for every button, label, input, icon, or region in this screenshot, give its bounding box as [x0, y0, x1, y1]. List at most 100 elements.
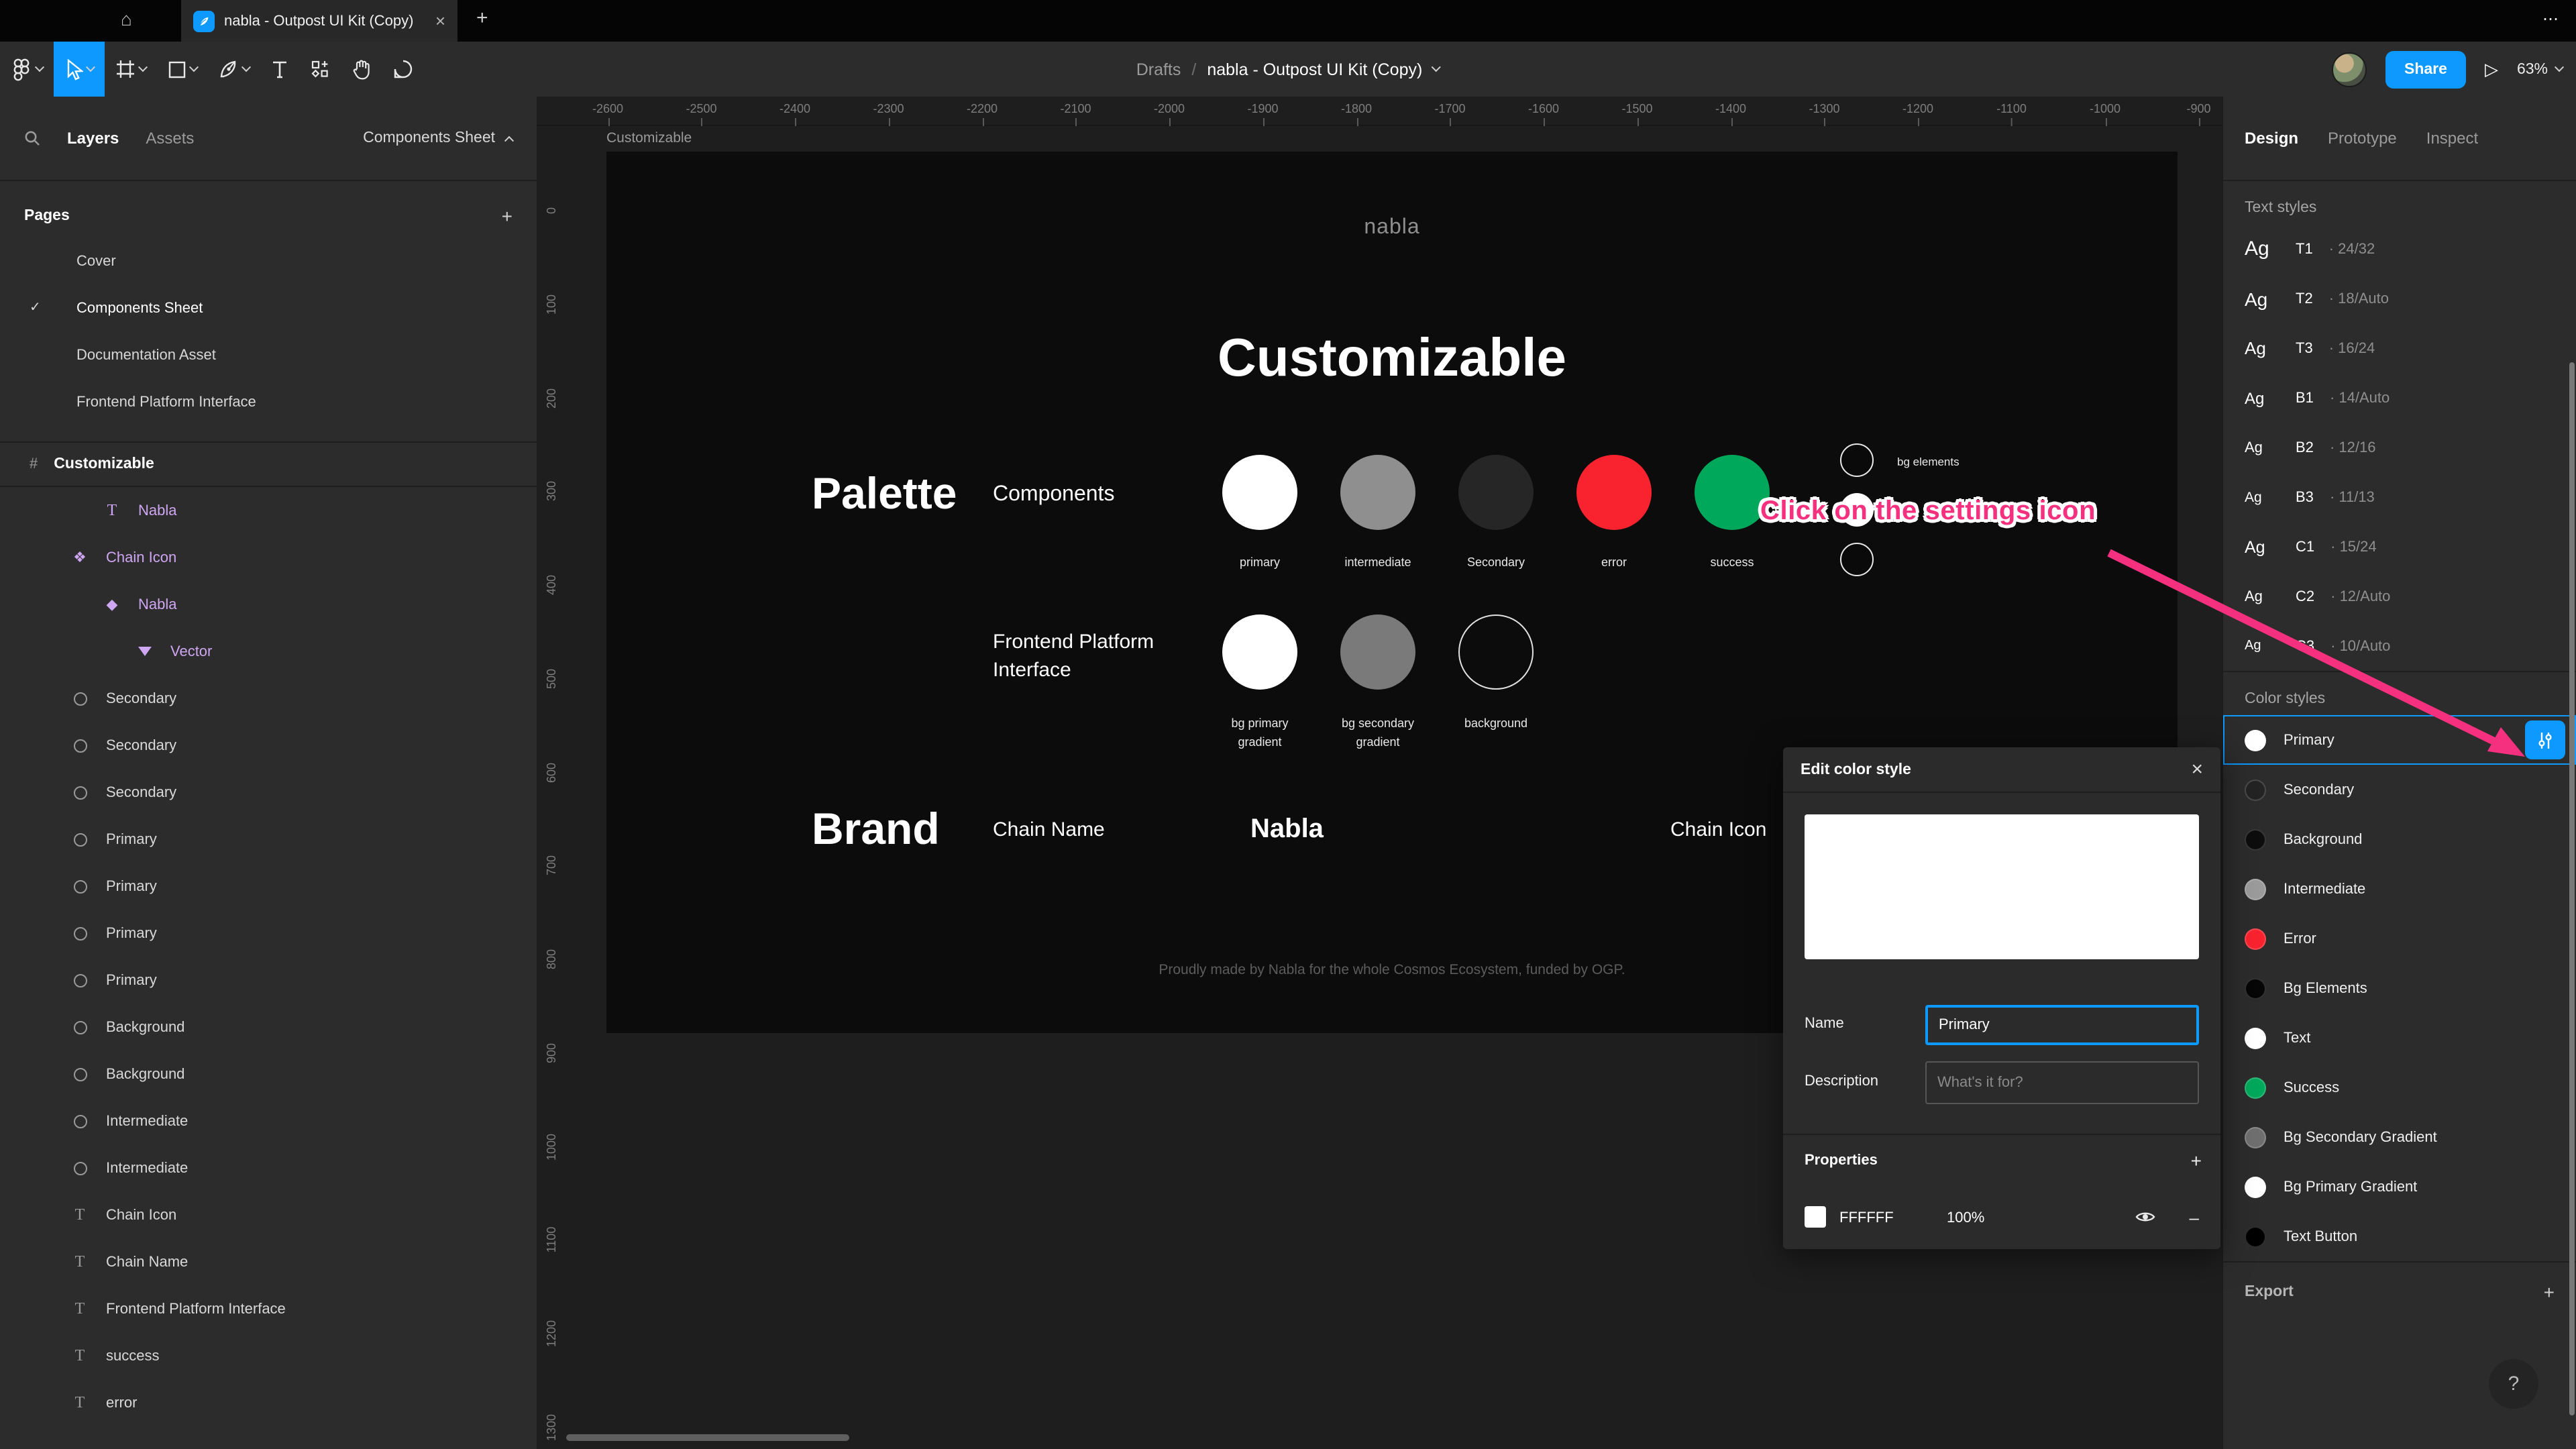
layer-row[interactable]: Primary — [0, 816, 537, 863]
components-tool[interactable] — [299, 42, 341, 97]
description-input[interactable] — [1925, 1061, 2199, 1104]
hand-tool[interactable] — [341, 42, 382, 97]
color-style-row[interactable]: Intermediate — [2223, 864, 2576, 914]
text-tool[interactable] — [260, 42, 299, 97]
layer-row[interactable]: T Nabla — [0, 487, 537, 534]
tab-design[interactable]: Design — [2245, 129, 2298, 148]
add-export-icon[interactable]: + — [2544, 1281, 2555, 1303]
layer-row[interactable]: ❖ Chain Icon — [0, 534, 537, 581]
palette-swatch[interactable] — [1695, 455, 1770, 530]
close-tab-icon[interactable]: × — [435, 11, 445, 31]
avatar[interactable] — [2332, 52, 2367, 87]
layer-row[interactable]: Primary — [0, 863, 537, 910]
tab-assets[interactable]: Assets — [146, 129, 194, 148]
layer-row[interactable]: Primary — [0, 910, 537, 957]
property-hex[interactable]: FFFFFF — [1839, 1210, 1894, 1226]
text-style-row[interactable]: Ag T3 · 16/24 — [2223, 323, 2576, 373]
panel-scrollbar[interactable] — [2569, 362, 2575, 1415]
color-style-row[interactable]: Bg Elements — [2223, 963, 2576, 1013]
shape-tool[interactable] — [157, 42, 208, 97]
property-color-swatch[interactable] — [1805, 1206, 1826, 1228]
color-style-row[interactable]: Success — [2223, 1063, 2576, 1112]
search-icon[interactable] — [24, 130, 40, 146]
layer-row[interactable]: Secondary — [0, 722, 537, 769]
page-row[interactable]: Cover — [0, 237, 537, 284]
breadcrumb[interactable]: Drafts / nabla - Outpost UI Kit (Copy) — [1136, 60, 1442, 78]
page-row[interactable]: Documentation Asset — [0, 331, 537, 378]
file-title[interactable]: nabla - Outpost UI Kit (Copy) — [1207, 60, 1422, 78]
add-page-icon[interactable]: + — [502, 205, 513, 227]
layer-row[interactable]: Vector — [0, 628, 537, 675]
figma-menu[interactable] — [0, 42, 54, 97]
zoom-control[interactable]: 63% — [2517, 61, 2565, 77]
help-button[interactable]: ? — [2489, 1359, 2538, 1409]
palette-swatch[interactable] — [1576, 455, 1652, 530]
frame-tool[interactable] — [105, 42, 157, 97]
new-tab-icon[interactable]: + — [476, 7, 488, 30]
file-tab[interactable]: nabla - Outpost UI Kit (Copy) × — [181, 0, 458, 42]
color-style-row[interactable]: Secondary — [2223, 765, 2576, 814]
close-icon[interactable]: × — [2191, 758, 2203, 781]
layer-row[interactable]: ◆ Nabla — [0, 581, 537, 628]
color-style-row[interactable]: Error — [2223, 914, 2576, 963]
layer-row[interactable]: Background — [0, 1051, 537, 1097]
fpi-swatch[interactable] — [1340, 614, 1415, 690]
layer-row[interactable]: T Chain Name — [0, 1238, 537, 1285]
page-row[interactable]: ✓ Components Sheet — [0, 284, 537, 331]
color-style-row[interactable]: Background — [2223, 814, 2576, 864]
layer-row[interactable]: Intermediate — [0, 1097, 537, 1144]
text-style-row[interactable]: Ag C3 · 10/Auto — [2223, 621, 2576, 671]
text-style-row[interactable]: Ag T2 · 18/Auto — [2223, 274, 2576, 323]
color-style-row[interactable]: Bg Primary Gradient — [2223, 1162, 2576, 1212]
horizontal-scrollbar[interactable] — [566, 1434, 849, 1441]
settings-icon[interactable] — [2525, 720, 2565, 759]
layer-row[interactable]: Intermediate — [0, 1144, 537, 1191]
root-frame-row[interactable]: # Customizable — [0, 443, 537, 487]
palette-swatch[interactable] — [1222, 455, 1297, 530]
home-icon[interactable]: ⌂ — [121, 8, 132, 30]
chevron-down-icon[interactable] — [1432, 62, 1442, 72]
color-style-row[interactable]: Text — [2223, 1013, 2576, 1063]
page-selector[interactable]: Components Sheet — [363, 130, 515, 146]
layer-row[interactable]: Secondary — [0, 769, 537, 816]
layer-row[interactable]: Primary — [0, 957, 537, 1004]
layer-row[interactable]: Secondary — [0, 675, 537, 722]
share-button[interactable]: Share — [2385, 50, 2466, 88]
name-input[interactable] — [1925, 1005, 2199, 1045]
mini-swatch[interactable] — [1840, 543, 1874, 576]
text-style-row[interactable]: Ag C1 · 15/24 — [2223, 522, 2576, 572]
layer-row[interactable]: Tsuccess — [0, 1332, 537, 1379]
layer-row[interactable]: Background — [0, 1004, 537, 1051]
mini-swatch[interactable] — [1840, 443, 1874, 477]
color-style-row[interactable]: Text Button — [2223, 1212, 2576, 1261]
palette-swatch[interactable] — [1458, 455, 1534, 530]
property-opacity[interactable]: 100% — [1947, 1210, 1984, 1226]
remove-property-icon[interactable]: – — [2190, 1208, 2199, 1228]
layer-row[interactable]: T Frontend Platform Interface — [0, 1285, 537, 1332]
palette-swatch[interactable] — [1340, 455, 1415, 530]
breadcrumb-root[interactable]: Drafts — [1136, 60, 1181, 78]
tab-inspect[interactable]: Inspect — [2426, 129, 2478, 148]
present-icon[interactable]: ▷ — [2485, 58, 2498, 80]
layer-row[interactable]: Terror — [0, 1379, 537, 1426]
add-property-icon[interactable]: + — [2191, 1150, 2202, 1171]
page-row[interactable]: Frontend Platform Interface — [0, 378, 537, 425]
color-style-row[interactable]: Primary — [2223, 715, 2576, 765]
comment-tool[interactable] — [382, 42, 424, 97]
fpi-swatch[interactable] — [1458, 614, 1534, 690]
text-style-row[interactable]: Ag C2 · 12/Auto — [2223, 572, 2576, 621]
text-style-row[interactable]: Ag B1 · 14/Auto — [2223, 373, 2576, 423]
frame-label[interactable]: Customizable — [606, 130, 692, 146]
layer-row[interactable]: T Chain Icon — [0, 1191, 537, 1238]
fpi-swatch[interactable] — [1222, 614, 1297, 690]
pen-tool[interactable] — [208, 42, 260, 97]
color-preview-swatch[interactable] — [1805, 814, 2199, 959]
move-tool[interactable] — [54, 42, 105, 97]
window-more-icon[interactable]: ⋯ — [2542, 9, 2560, 28]
eye-icon[interactable] — [2135, 1206, 2156, 1228]
color-style-row[interactable]: Bg Secondary Gradient — [2223, 1112, 2576, 1162]
text-style-row[interactable]: Ag T1 · 24/32 — [2223, 224, 2576, 274]
tab-layers[interactable]: Layers — [67, 129, 119, 148]
text-style-row[interactable]: Ag B2 · 12/16 — [2223, 423, 2576, 472]
tab-prototype[interactable]: Prototype — [2328, 129, 2397, 148]
